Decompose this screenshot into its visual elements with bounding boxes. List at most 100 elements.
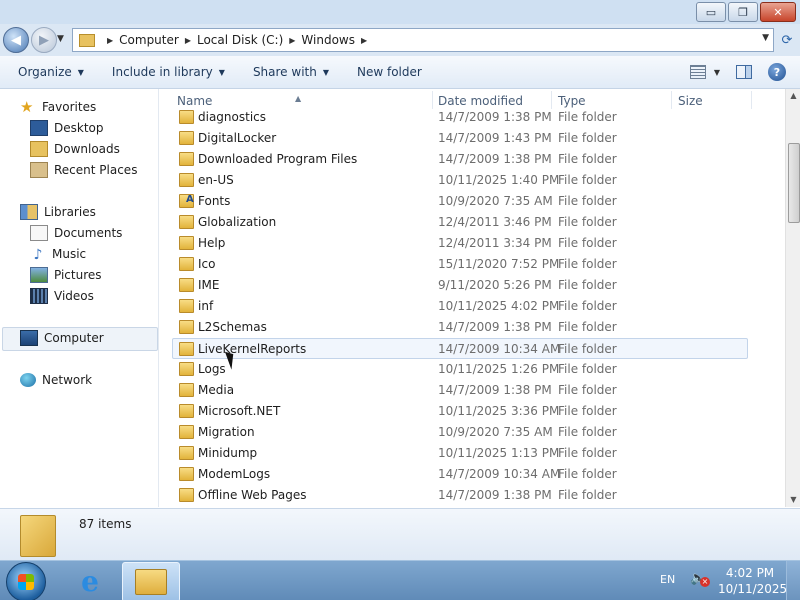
- breadcrumb-windows[interactable]: Windows: [301, 33, 355, 47]
- explorer-folder-icon: [135, 569, 167, 595]
- file-date: 14/7/2009 1:43 PM: [438, 131, 552, 145]
- change-view-icon[interactable]: [689, 65, 706, 79]
- table-row[interactable]: inf 10/11/2025 4:02 PM File folder: [173, 296, 747, 316]
- language-indicator[interactable]: EN: [660, 573, 675, 586]
- table-row[interactable]: Logs 10/11/2025 1:26 PM File folder: [173, 359, 747, 379]
- forward-button[interactable]: ▶: [31, 27, 57, 53]
- nav-music[interactable]: ♪ Music: [30, 244, 87, 264]
- scroll-up-icon[interactable]: ▲: [786, 89, 800, 103]
- recent-pages-dropdown[interactable]: ▼: [57, 34, 64, 44]
- nav-videos[interactable]: Videos: [30, 286, 94, 306]
- navigation-pane: ★ Favorites Desktop Downloads Recent Plac…: [0, 89, 159, 507]
- include-in-library-button[interactable]: Include in library ▼: [94, 65, 235, 79]
- taskbar: e EN 🔈 × 4:02 PM 10/11/2025: [0, 560, 800, 600]
- folder-icon: [179, 215, 194, 229]
- minimize-button[interactable]: ▭: [696, 2, 726, 22]
- nav-documents-label: Documents: [54, 226, 123, 240]
- table-row[interactable]: Offline Web Pages 14/7/2009 1:38 PM File f…: [173, 485, 747, 505]
- crumb-arrow-icon[interactable]: ▶: [361, 36, 367, 45]
- table-row[interactable]: IME 9/11/2020 5:26 PM File folder: [173, 275, 747, 295]
- preview-pane-icon[interactable]: [736, 65, 752, 79]
- table-row[interactable]: ModemLogs 14/7/2009 10:34 AM File folder: [173, 464, 747, 484]
- start-button[interactable]: [6, 562, 46, 600]
- breadcrumb-local-disk[interactable]: Local Disk (C:): [197, 33, 283, 47]
- file-name: Media: [198, 383, 235, 397]
- file-type: File folder: [558, 278, 617, 292]
- table-row-hovered[interactable]: LiveKernelReports 14/7/2009 10:34 AM File …: [172, 338, 748, 359]
- nav-favorites[interactable]: ★ Favorites: [20, 97, 96, 117]
- help-icon[interactable]: ?: [768, 63, 786, 81]
- file-date: 10/11/2025 1:26 PM: [438, 362, 560, 376]
- back-arrow-icon: ◀: [11, 32, 21, 48]
- file-name: IME: [198, 278, 220, 292]
- file-date: 14/7/2009 1:38 PM: [438, 488, 552, 502]
- file-name: diagnostics: [198, 110, 267, 124]
- table-row[interactable]: L2Schemas 14/7/2009 1:38 PM File folder: [173, 317, 747, 337]
- sort-ascending-icon: ▲: [295, 94, 302, 103]
- table-row[interactable]: Migration 10/9/2020 7:35 AM File folder: [173, 422, 747, 442]
- table-row[interactable]: en-US 10/11/2025 1:40 PM File folder: [173, 170, 747, 190]
- taskbar-internet-explorer[interactable]: e: [62, 562, 118, 600]
- refresh-icon[interactable]: ⟳: [778, 30, 796, 50]
- table-row[interactable]: Media 14/7/2009 1:38 PM File folder: [173, 380, 747, 400]
- column-divider[interactable]: [751, 91, 752, 109]
- volume-muted-icon[interactable]: 🔈 ×: [690, 571, 710, 589]
- maximize-button[interactable]: ❐: [728, 2, 758, 22]
- nav-recent-places[interactable]: Recent Places: [30, 160, 137, 180]
- nav-desktop[interactable]: Desktop: [30, 118, 104, 138]
- vertical-scrollbar[interactable]: ▲ ▼: [785, 89, 800, 507]
- item-count: 87 items: [79, 517, 132, 531]
- nav-computer-label: Computer: [44, 331, 104, 345]
- close-button[interactable]: ✕: [760, 2, 796, 22]
- table-row[interactable]: diagnostics 14/7/2009 1:38 PM File folder: [173, 107, 747, 127]
- table-row[interactable]: Help 12/4/2011 3:34 PM File folder: [173, 233, 747, 253]
- folder-icon: [179, 320, 194, 334]
- table-row[interactable]: Downloaded Program Files 14/7/2009 1:38 P…: [173, 149, 747, 169]
- file-name: Microsoft.NET: [198, 404, 281, 418]
- column-header-name[interactable]: Name: [177, 94, 212, 108]
- table-row[interactable]: Microsoft.NET 10/11/2025 3:36 PM File fold…: [173, 401, 747, 421]
- nav-pictures-label: Pictures: [54, 268, 102, 282]
- taskbar-windows-explorer[interactable]: [122, 562, 180, 600]
- nav-network[interactable]: Network: [20, 370, 92, 390]
- crumb-arrow-icon[interactable]: ▶: [289, 36, 295, 45]
- breadcrumb-computer[interactable]: Computer: [119, 33, 179, 47]
- back-button[interactable]: ◀: [3, 27, 29, 53]
- table-row[interactable]: Ico 15/11/2020 7:52 PM File folder: [173, 254, 747, 274]
- clock[interactable]: 4:02 PM 10/11/2025: [718, 565, 787, 597]
- scroll-down-icon[interactable]: ▼: [786, 493, 800, 507]
- table-row[interactable]: A Fonts 10/9/2020 7:35 AM File folder: [173, 191, 747, 211]
- file-type: File folder: [558, 152, 617, 166]
- nav-documents[interactable]: Documents: [30, 223, 122, 243]
- nav-downloads[interactable]: Downloads: [30, 139, 120, 159]
- column-header-date-modified[interactable]: Date modified: [438, 94, 523, 108]
- address-bar[interactable]: ▶ Computer ▶ Local Disk (C:) ▶ Windows ▶…: [72, 28, 774, 52]
- crumb-arrow-icon[interactable]: ▶: [185, 36, 191, 45]
- folder-icon: [179, 383, 194, 397]
- column-header-type[interactable]: Type: [558, 94, 586, 108]
- crumb-arrow-icon[interactable]: ▶: [107, 36, 113, 45]
- file-type: File folder: [558, 194, 617, 208]
- table-row[interactable]: Minidump 10/11/2025 1:13 PM File folder: [173, 443, 747, 463]
- column-header-size[interactable]: Size: [678, 94, 703, 108]
- new-folder-button[interactable]: New folder: [339, 65, 432, 79]
- folder-icon: [179, 446, 194, 460]
- scrollbar-thumb[interactable]: [788, 143, 800, 223]
- nav-computer[interactable]: Computer: [20, 328, 104, 348]
- file-name: L2Schemas: [198, 320, 267, 334]
- share-with-button[interactable]: Share with ▼: [235, 65, 339, 79]
- table-row[interactable]: Globalization 12/4/2011 3:46 PM File folde…: [173, 212, 747, 232]
- organize-button[interactable]: Organize ▼: [0, 65, 94, 79]
- address-dropdown-icon[interactable]: ▼: [762, 33, 769, 43]
- font-glyph-icon: A: [186, 194, 194, 205]
- folder-icon: [179, 236, 194, 250]
- nav-libraries[interactable]: Libraries: [20, 202, 96, 222]
- chevron-down-icon[interactable]: ▼: [714, 68, 720, 77]
- nav-pictures[interactable]: Pictures: [30, 265, 102, 285]
- file-date: 10/11/2025 1:13 PM: [438, 446, 560, 460]
- forward-arrow-icon: ▶: [39, 32, 49, 48]
- show-desktop-button[interactable]: [786, 561, 800, 600]
- file-type: File folder: [558, 446, 617, 460]
- table-row[interactable]: DigitalLocker 14/7/2009 1:43 PM File folde…: [173, 128, 747, 148]
- file-date: 12/4/2011 3:46 PM: [438, 215, 552, 229]
